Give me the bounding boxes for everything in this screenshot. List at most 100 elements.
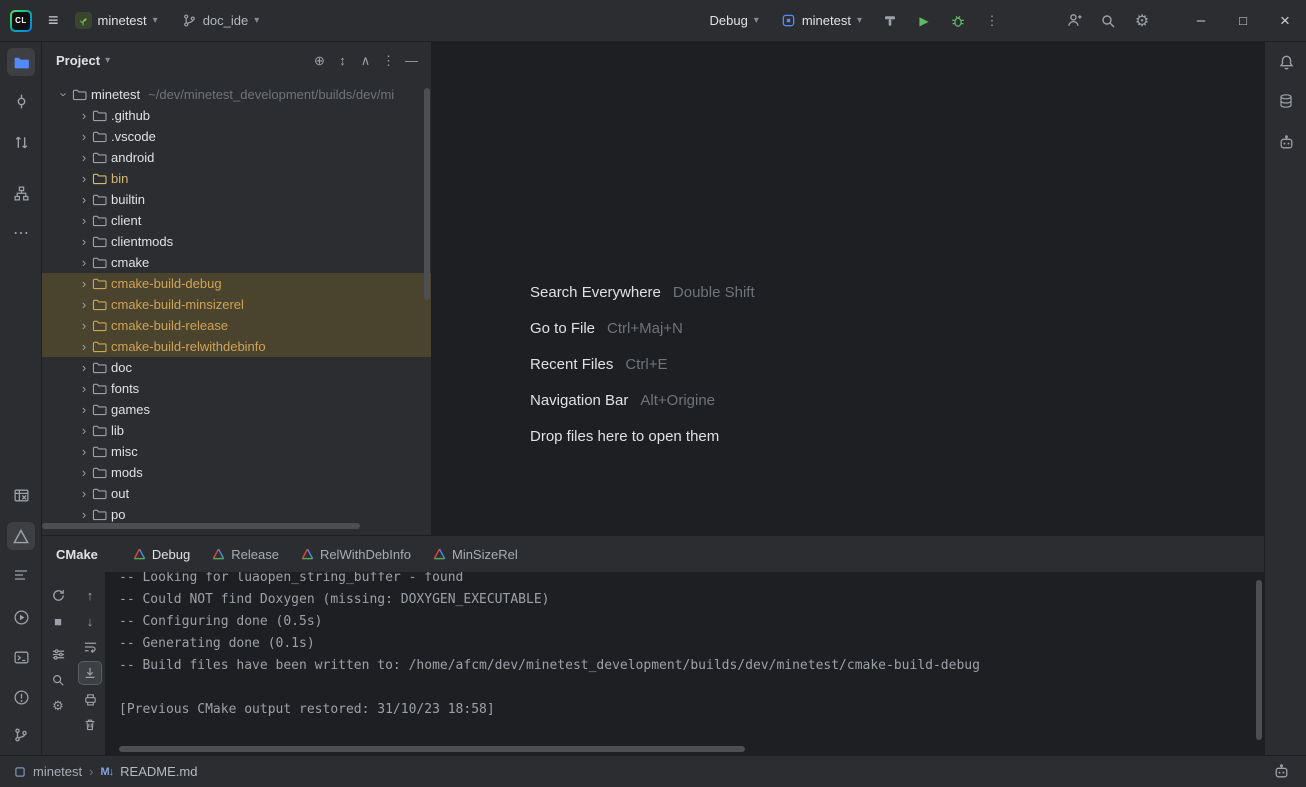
tree-item-po[interactable]: ›po bbox=[42, 504, 431, 525]
tree-item-doc[interactable]: ›doc bbox=[42, 357, 431, 378]
tree-item-games[interactable]: ›games bbox=[42, 399, 431, 420]
chevron-collapsed-icon[interactable]: › bbox=[76, 276, 92, 291]
chevron-collapsed-icon[interactable]: › bbox=[76, 465, 92, 480]
window-maximize-button[interactable]: □ bbox=[1222, 0, 1264, 42]
git-tool-icon[interactable] bbox=[7, 721, 35, 749]
vcs-branch-widget[interactable]: doc_ide ▾ bbox=[174, 9, 268, 32]
reload-cmake-icon[interactable] bbox=[47, 584, 69, 606]
tree-item-builtin[interactable]: ›builtin bbox=[42, 189, 431, 210]
debug-button[interactable] bbox=[944, 7, 972, 35]
chevron-collapsed-icon[interactable]: › bbox=[76, 171, 92, 186]
more-tool-windows-icon[interactable]: ⋯ bbox=[7, 219, 35, 247]
chevron-collapsed-icon[interactable]: › bbox=[76, 297, 92, 312]
stop-icon[interactable]: ■ bbox=[47, 610, 69, 632]
console-vertical-scrollbar[interactable] bbox=[1256, 580, 1262, 740]
breadcrumb-file[interactable]: README.md bbox=[120, 764, 197, 779]
pull-requests-tool-icon[interactable] bbox=[7, 128, 35, 156]
project-horizontal-scrollbar[interactable] bbox=[42, 523, 360, 529]
next-message-icon[interactable]: ↓ bbox=[79, 610, 101, 632]
tree-item-cmake-build-minsizerel[interactable]: ›cmake-build-minsizerel bbox=[42, 294, 431, 315]
terminal-tool-icon[interactable] bbox=[7, 643, 35, 671]
locate-file-icon[interactable]: ⊕ bbox=[308, 49, 331, 72]
tree-item-clientmods[interactable]: ›clientmods bbox=[42, 231, 431, 252]
chevron-collapsed-icon[interactable]: › bbox=[76, 318, 92, 333]
cmake-tab-MinSizeRel[interactable]: MinSizeRel bbox=[422, 536, 529, 572]
search-icon[interactable] bbox=[1094, 7, 1122, 35]
cmake-tab-Debug[interactable]: Debug bbox=[122, 536, 201, 572]
run-tool-icon[interactable] bbox=[7, 603, 35, 631]
commit-tool-icon[interactable] bbox=[7, 87, 35, 115]
problems-tool-icon[interactable] bbox=[7, 683, 35, 711]
collapse-all-icon[interactable]: ∧ bbox=[354, 49, 377, 72]
tree-item-.github[interactable]: ›.github bbox=[42, 105, 431, 126]
tree-item-cmake-build-release[interactable]: ›cmake-build-release bbox=[42, 315, 431, 336]
ai-assistant-icon[interactable] bbox=[1272, 128, 1300, 156]
chevron-collapsed-icon[interactable]: › bbox=[76, 255, 92, 270]
tree-item-cmake-build-relwithdebinfo[interactable]: ›cmake-build-relwithdebinfo bbox=[42, 336, 431, 357]
chevron-collapsed-icon[interactable]: › bbox=[76, 381, 92, 396]
chevron-collapsed-icon[interactable]: › bbox=[76, 129, 92, 144]
chevron-expanded-icon[interactable]: › bbox=[57, 87, 72, 103]
cmake-tool-icon[interactable] bbox=[7, 522, 35, 550]
project-tool-icon[interactable] bbox=[7, 48, 35, 76]
breadcrumb-project[interactable]: minetest bbox=[33, 764, 82, 779]
add-user-icon[interactable] bbox=[1060, 7, 1088, 35]
chevron-collapsed-icon[interactable]: › bbox=[76, 486, 92, 501]
build-type-selector[interactable]: Debug ▾ bbox=[701, 9, 766, 32]
window-minimize-button[interactable]: – bbox=[1180, 0, 1222, 42]
run-config-selector[interactable]: minetest ▾ bbox=[773, 9, 870, 32]
chevron-collapsed-icon[interactable]: › bbox=[76, 360, 92, 375]
chevron-collapsed-icon[interactable]: › bbox=[76, 444, 92, 459]
grid-x-tool-icon[interactable] bbox=[7, 481, 35, 509]
chevron-collapsed-icon[interactable]: › bbox=[76, 192, 92, 207]
chevron-collapsed-icon[interactable]: › bbox=[76, 339, 92, 354]
tree-item-cmake-build-debug[interactable]: ›cmake-build-debug bbox=[42, 273, 431, 294]
project-panel-title[interactable]: Project bbox=[56, 53, 100, 68]
chevron-collapsed-icon[interactable]: › bbox=[76, 423, 92, 438]
tree-item-android[interactable]: ›android bbox=[42, 147, 431, 168]
more-actions-icon[interactable]: ⋮ bbox=[978, 7, 1006, 35]
expand-all-icon[interactable]: ↕ bbox=[331, 49, 354, 72]
structure-tool-icon[interactable] bbox=[7, 179, 35, 207]
chevron-collapsed-icon[interactable]: › bbox=[76, 402, 92, 417]
cmake-console[interactable]: -- Looking for luaopen_string_buffer - f… bbox=[105, 572, 1264, 755]
scroll-to-end-icon[interactable] bbox=[79, 662, 101, 684]
chevron-collapsed-icon[interactable]: › bbox=[76, 507, 92, 522]
project-widget[interactable]: minetest ▾ bbox=[67, 8, 166, 33]
chevron-collapsed-icon[interactable]: › bbox=[76, 213, 92, 228]
tree-item-fonts[interactable]: ›fonts bbox=[42, 378, 431, 399]
console-settings-icon[interactable]: ⚙ bbox=[47, 695, 69, 717]
notifications-icon[interactable] bbox=[1272, 48, 1300, 76]
tree-item-cmake[interactable]: ›cmake bbox=[42, 252, 431, 273]
project-vertical-scrollbar[interactable] bbox=[424, 88, 430, 300]
clear-all-icon[interactable] bbox=[79, 714, 101, 736]
database-icon[interactable] bbox=[1272, 87, 1300, 115]
tree-item-out[interactable]: ›out bbox=[42, 483, 431, 504]
build-button[interactable] bbox=[876, 7, 904, 35]
tree-item-mods[interactable]: ›mods bbox=[42, 462, 431, 483]
chevron-collapsed-icon[interactable]: › bbox=[76, 108, 92, 123]
panel-options-icon[interactable]: ⋮ bbox=[377, 49, 400, 72]
settings-sliders-icon[interactable] bbox=[47, 643, 69, 665]
messages-tool-icon[interactable] bbox=[7, 561, 35, 589]
tree-item-lib[interactable]: ›lib bbox=[42, 420, 431, 441]
tree-item-minetest[interactable]: ›minetest~/dev/minetest_development/buil… bbox=[42, 84, 431, 105]
cmake-tab-Release[interactable]: Release bbox=[201, 536, 290, 572]
previous-message-icon[interactable]: ↑ bbox=[79, 584, 101, 606]
chevron-collapsed-icon[interactable]: › bbox=[76, 234, 92, 249]
editor-area[interactable]: Search EverywhereDouble ShiftGo to FileC… bbox=[432, 42, 1264, 535]
chevron-collapsed-icon[interactable]: › bbox=[76, 150, 92, 165]
main-menu-icon[interactable]: ≡ bbox=[48, 10, 59, 31]
find-icon[interactable] bbox=[47, 669, 69, 691]
console-horizontal-scrollbar[interactable] bbox=[119, 746, 745, 752]
tree-item-misc[interactable]: ›misc bbox=[42, 441, 431, 462]
run-button[interactable]: ▶ bbox=[910, 7, 938, 35]
window-close-button[interactable]: × bbox=[1264, 0, 1306, 42]
tree-item-.vscode[interactable]: ›.vscode bbox=[42, 126, 431, 147]
tree-item-client[interactable]: ›client bbox=[42, 210, 431, 231]
tree-item-bin[interactable]: ›bin bbox=[42, 168, 431, 189]
ai-assistant-status-icon[interactable] bbox=[1273, 763, 1290, 780]
hide-panel-icon[interactable]: — bbox=[400, 49, 423, 72]
cmake-tab-RelWithDebInfo[interactable]: RelWithDebInfo bbox=[290, 536, 422, 572]
print-icon[interactable] bbox=[79, 688, 101, 710]
